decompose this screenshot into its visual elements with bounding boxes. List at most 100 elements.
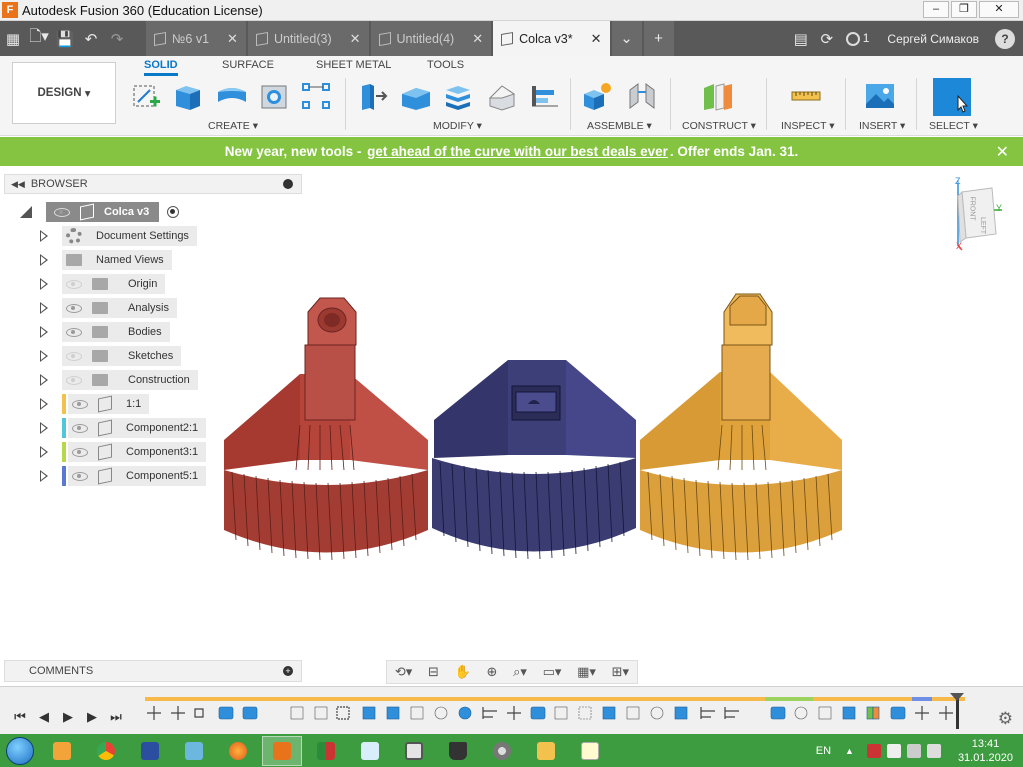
taskbar-explorer-window[interactable]: [174, 736, 214, 766]
timeline-features[interactable]: [145, 703, 965, 725]
combine-icon[interactable]: [486, 80, 518, 112]
comments-panel[interactable]: COMMENTS +: [4, 660, 302, 682]
visibility-eye-icon[interactable]: [66, 375, 82, 385]
go-to-end-icon[interactable]: ⏭: [104, 709, 128, 725]
visibility-eye-icon[interactable]: [66, 351, 82, 361]
new-component-icon[interactable]: [582, 80, 614, 112]
visibility-eye-icon[interactable]: [72, 471, 88, 481]
taskbar-editor[interactable]: [394, 736, 434, 766]
online-status-icon[interactable]: ⟳: [814, 30, 840, 48]
visibility-eye-icon[interactable]: [72, 447, 88, 457]
help-icon[interactable]: ?: [995, 28, 1015, 49]
notifications-icon[interactable]: ▤: [788, 30, 814, 48]
tray-network-off-icon[interactable]: [886, 743, 901, 758]
tab-surface[interactable]: SURFACE: [222, 59, 274, 71]
timeline-settings-gear-icon[interactable]: ⚙: [998, 709, 1013, 729]
tab-doc-2[interactable]: Untitled(3) ✕: [247, 21, 369, 56]
tab-overflow-icon[interactable]: ⌄: [611, 21, 642, 56]
tab-sheet-metal[interactable]: SHEET METAL: [316, 59, 391, 71]
expand-triangle-icon[interactable]: [40, 350, 48, 362]
tab-doc-1[interactable]: №6 v1 ✕: [146, 21, 246, 56]
language-indicator[interactable]: EN: [816, 745, 831, 757]
select-menu[interactable]: SELECT ▾: [929, 120, 978, 132]
taskbar-media-player[interactable]: [42, 736, 82, 766]
fillet-icon[interactable]: [400, 80, 432, 112]
user-account[interactable]: Сергей Симаков: [887, 32, 979, 46]
save-icon[interactable]: 💾: [52, 30, 78, 48]
timeline-track[interactable]: [145, 697, 965, 701]
expand-triangle-icon[interactable]: [40, 446, 48, 458]
orange-part[interactable]: [640, 293, 842, 561]
expand-triangle-icon[interactable]: [40, 422, 48, 434]
browser-item-named-views[interactable]: Named Views: [40, 250, 172, 270]
pattern-icon[interactable]: [300, 80, 332, 112]
activate-radio-icon[interactable]: [167, 206, 180, 218]
taskbar-notepad[interactable]: [350, 736, 390, 766]
taskbar-disc-app[interactable]: [482, 736, 522, 766]
taskbar-fusion360[interactable]: [262, 735, 302, 766]
expand-triangle-icon[interactable]: [40, 326, 48, 338]
browser-root[interactable]: Colca v3: [20, 202, 180, 222]
look-at-icon[interactable]: ⊟: [428, 664, 439, 680]
shell-icon[interactable]: [442, 80, 474, 112]
taskbar-folder[interactable]: [526, 736, 566, 766]
red-part[interactable]: [224, 297, 428, 561]
visibility-eye-icon[interactable]: [54, 207, 70, 217]
grid-settings-icon[interactable]: ▦▾: [577, 664, 596, 680]
tab-doc-3[interactable]: Untitled(4) ✕: [370, 21, 492, 56]
browser-item-component-1[interactable]: 1:1: [40, 394, 150, 414]
revolve-icon[interactable]: [216, 80, 248, 112]
visibility-eye-icon[interactable]: [72, 399, 88, 409]
expand-triangle-icon[interactable]: [40, 254, 48, 266]
collapse-panel-icon[interactable]: ◀◀: [11, 179, 25, 190]
taskbar-clock[interactable]: 13:41 31.01.2020: [958, 737, 1013, 765]
undo-icon[interactable]: ↶: [78, 30, 104, 48]
show-hidden-icons[interactable]: ▲: [845, 746, 854, 756]
blue-part[interactable]: [432, 360, 636, 560]
visibility-eye-icon[interactable]: [66, 279, 82, 289]
close-tab-icon[interactable]: ✕: [350, 31, 361, 47]
minimize-button[interactable]: –: [923, 1, 949, 18]
apps-grid-icon[interactable]: ▦: [0, 30, 26, 48]
hole-icon[interactable]: [258, 80, 290, 112]
taskbar-notes[interactable]: [570, 736, 610, 766]
create-sketch-icon[interactable]: [130, 80, 162, 112]
taskbar-printer[interactable]: [438, 736, 478, 766]
tray-app-icon[interactable]: [866, 743, 881, 758]
expand-triangle-icon[interactable]: [20, 206, 32, 218]
tab-solid[interactable]: SOLID: [144, 59, 178, 76]
tray-volume-icon[interactable]: [926, 743, 941, 758]
viewports-icon[interactable]: ⊞▾: [612, 664, 629, 680]
step-forward-icon[interactable]: ▶: [80, 709, 104, 725]
expand-triangle-icon[interactable]: [40, 374, 48, 386]
visibility-eye-icon[interactable]: [66, 303, 82, 313]
visibility-eye-icon[interactable]: [72, 423, 88, 433]
close-tab-icon[interactable]: ✕: [227, 31, 238, 47]
align-icon[interactable]: [528, 80, 560, 112]
browser-item-component-3[interactable]: Component3:1: [40, 442, 207, 462]
select-tool-button[interactable]: [933, 78, 971, 116]
browser-item-sketches[interactable]: Sketches: [40, 346, 182, 366]
browser-item-bodies[interactable]: Bodies: [40, 322, 170, 342]
redo-icon[interactable]: ↷: [104, 30, 130, 48]
viewcube[interactable]: [957, 180, 1002, 251]
tab-tools[interactable]: TOOLS: [427, 59, 464, 71]
start-button[interactable]: [0, 734, 40, 767]
close-tab-icon[interactable]: ✕: [591, 31, 602, 47]
tray-signal-icon[interactable]: [906, 743, 921, 758]
browser-item-component-5[interactable]: Component5:1: [40, 466, 207, 486]
add-comment-icon[interactable]: +: [283, 666, 293, 676]
taskbar-calc-app[interactable]: [306, 736, 346, 766]
expand-triangle-icon[interactable]: [40, 278, 48, 290]
construct-menu[interactable]: CONSTRUCT ▾: [682, 120, 756, 132]
banner-close-icon[interactable]: ✕: [996, 142, 1009, 162]
offset-plane-icon[interactable]: [702, 80, 734, 112]
visibility-eye-icon[interactable]: [66, 327, 82, 337]
create-menu[interactable]: CREATE ▾: [208, 120, 258, 132]
joint-icon[interactable]: [626, 80, 658, 112]
tab-doc-4[interactable]: Colca v3* ✕: [493, 21, 610, 56]
expand-triangle-icon[interactable]: [40, 302, 48, 314]
play-icon[interactable]: ▶: [56, 709, 80, 725]
insert-menu[interactable]: INSERT ▾: [859, 120, 905, 132]
step-back-icon[interactable]: ◀: [32, 709, 56, 725]
